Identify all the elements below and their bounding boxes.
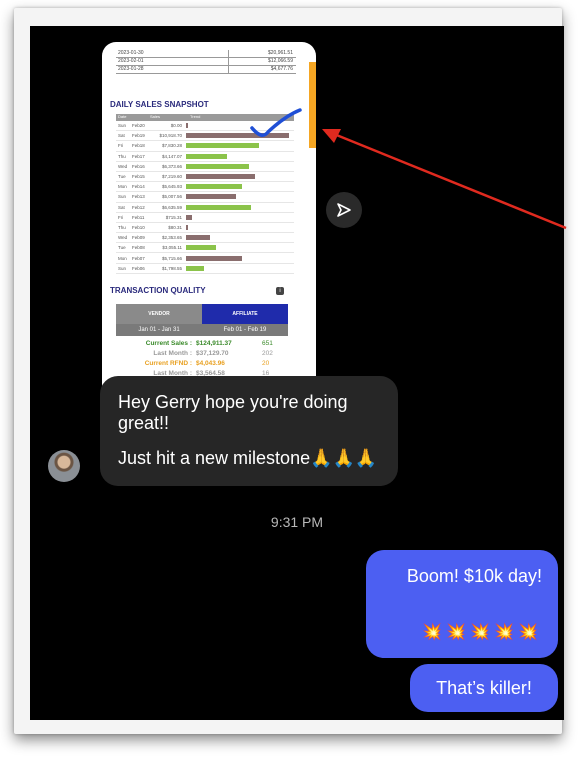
red-arrow-annotation (333, 132, 567, 230)
annotation-overlay (250, 108, 567, 230)
checkmark-annotation (250, 108, 302, 137)
